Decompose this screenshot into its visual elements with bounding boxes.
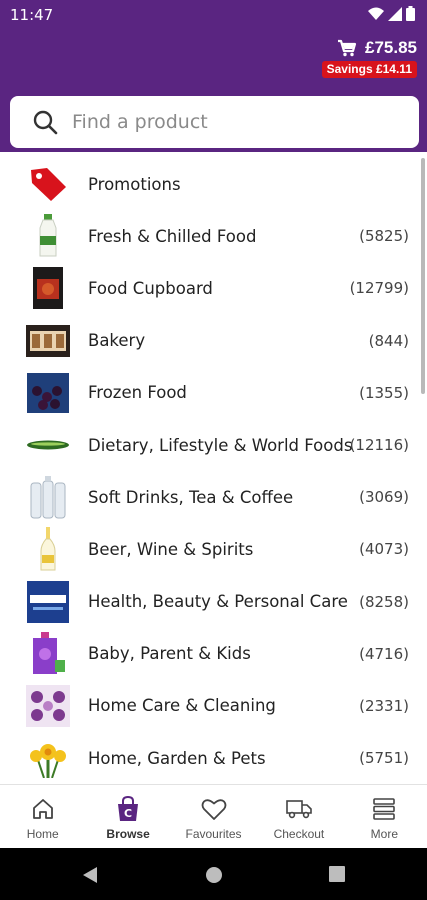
nav-checkout[interactable]: Checkout [256, 785, 341, 848]
search-icon [33, 110, 58, 135]
category-row-food-cupboard[interactable]: Food Cupboard (12799) [0, 262, 427, 314]
cake-box-icon [26, 319, 70, 363]
category-label: Frozen Food [88, 383, 187, 403]
cucumber-icon [26, 423, 70, 467]
recents-icon[interactable] [329, 866, 345, 882]
category-count: (844) [368, 331, 409, 350]
signal-icon [388, 6, 402, 21]
category-count: (2331) [359, 696, 409, 715]
category-row-health-beauty[interactable]: Health, Beauty & Personal Care (8258) [0, 576, 427, 628]
nav-home[interactable]: Home [0, 785, 85, 848]
system-nav-bar [0, 848, 427, 900]
baby-pouch-icon [26, 631, 70, 676]
category-row-baby-parent[interactable]: Baby, Parent & Kids (4716) [0, 628, 427, 680]
category-label: Home Care & Cleaning [88, 696, 276, 716]
cart-summary[interactable]: £75.85 [337, 38, 417, 58]
status-bar: 11:47 [0, 0, 427, 30]
category-label: Dietary, Lifestyle & World Foods [88, 435, 353, 455]
bag-icon: C [114, 795, 142, 823]
category-label: Home, Garden & Pets [88, 748, 266, 768]
category-label: Beer, Wine & Spirits [88, 539, 254, 559]
daffodils-icon [26, 736, 70, 780]
category-count: (4716) [359, 644, 409, 663]
category-label: Health, Beauty & Personal Care [88, 592, 348, 612]
nav-label: Checkout [273, 827, 325, 841]
frozen-berries-icon [26, 371, 70, 415]
category-label: Soft Drinks, Tea & Coffee [88, 487, 294, 507]
menu-icon [370, 795, 398, 823]
category-count: (12116) [349, 436, 409, 455]
jar-icon [26, 266, 70, 310]
category-row-home-care[interactable]: Home Care & Cleaning (2331) [0, 680, 427, 732]
nav-more[interactable]: More [342, 785, 427, 848]
status-time: 11:47 [10, 6, 54, 24]
truck-icon [285, 795, 313, 823]
nav-label: Browse [106, 827, 150, 841]
water-bottles-icon [26, 475, 70, 519]
heart-icon [200, 795, 228, 823]
nav-favourites[interactable]: Favourites [171, 785, 256, 848]
status-icons [368, 6, 415, 21]
category-label: Fresh & Chilled Food [88, 226, 257, 246]
cart-icon [338, 39, 357, 57]
category-count: (3069) [359, 488, 409, 507]
category-label: Food Cupboard [88, 278, 213, 298]
search-input[interactable]: Find a product [72, 111, 208, 133]
category-count: (4073) [359, 540, 409, 559]
search-bar[interactable]: Find a product [10, 96, 419, 148]
bottom-nav: Home C Browse Favourites Checkout More [0, 784, 427, 848]
list-scrollbar[interactable] [421, 158, 425, 394]
category-row-frozen-food[interactable]: Frozen Food (1355) [0, 367, 427, 419]
category-list: Promotions Fresh & Chilled Food (5825) F… [0, 158, 427, 784]
back-icon[interactable] [82, 866, 98, 884]
category-count: (12799) [349, 279, 409, 298]
home-button-icon[interactable] [205, 866, 223, 884]
category-row-fresh-chilled[interactable]: Fresh & Chilled Food (5825) [0, 210, 427, 262]
wine-bottle-icon [26, 527, 70, 571]
category-label: Bakery [88, 331, 146, 351]
category-count: (1355) [359, 383, 409, 402]
category-label: Baby, Parent & Kids [88, 644, 251, 664]
tissue-box-icon [26, 684, 70, 728]
category-row-promotions[interactable]: Promotions [0, 158, 427, 210]
category-row-bakery[interactable]: Bakery (844) [0, 315, 427, 367]
category-row-beer-wine[interactable]: Beer, Wine & Spirits (4073) [0, 523, 427, 575]
svg-text:C: C [124, 807, 132, 820]
medicine-box-icon [26, 580, 70, 624]
category-count: (5825) [359, 227, 409, 246]
home-icon [29, 795, 57, 823]
category-row-soft-drinks[interactable]: Soft Drinks, Tea & Coffee (3069) [0, 471, 427, 523]
savings-badge: Savings £14.11 [321, 61, 417, 78]
nav-browse[interactable]: C Browse [85, 785, 170, 848]
category-count: (5751) [359, 749, 409, 768]
nav-label: Home [26, 827, 59, 841]
category-row-dietary-world[interactable]: Dietary, Lifestyle & World Foods (12116) [0, 419, 427, 471]
cart-total: £75.85 [365, 38, 417, 57]
tag-icon [26, 162, 70, 206]
category-row-home-garden[interactable]: Home, Garden & Pets (5751) [0, 732, 427, 784]
wifi-icon [368, 7, 384, 20]
app-header: 11:47 £75.85 Savings £14.11 Find a produ… [0, 0, 427, 152]
category-label: Promotions [88, 174, 181, 194]
battery-icon [406, 6, 415, 21]
nav-label: Favourites [185, 827, 242, 841]
nav-label: More [370, 827, 398, 841]
milk-bottle-icon [26, 214, 70, 258]
category-count: (8258) [359, 592, 409, 611]
